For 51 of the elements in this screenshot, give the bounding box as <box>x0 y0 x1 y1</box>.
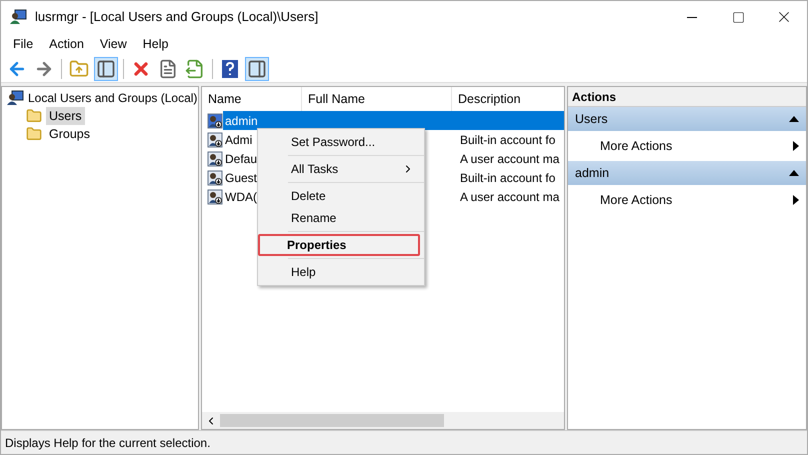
horizontal-scrollbar[interactable] <box>202 412 564 429</box>
user-icon <box>207 112 223 128</box>
folder-up-icon <box>69 58 89 78</box>
user-icon <box>207 150 223 166</box>
folder-icon <box>26 108 42 124</box>
table-row[interactable]: admin <box>223 111 564 130</box>
menu-item[interactable]: Help <box>134 33 176 55</box>
menu-item[interactable]: Rename <box>258 207 424 229</box>
table-cell-text: Defau <box>224 150 258 168</box>
computer-icon <box>6 90 24 106</box>
menu-item[interactable]: View <box>92 33 135 55</box>
menu-item[interactable]: Set Password... <box>258 131 424 153</box>
panel-icon <box>247 58 267 78</box>
export-icon <box>185 58 205 78</box>
user-icon <box>207 170 223 186</box>
menu-item[interactable]: Help <box>258 261 424 283</box>
table-cell-text: Built-in account fo <box>460 170 556 186</box>
maximize-icon <box>732 10 744 24</box>
table-cell-text: A user account ma <box>460 150 560 168</box>
menu-item[interactable]: Action <box>41 33 92 55</box>
actions-section-header[interactable]: Users <box>568 107 806 131</box>
actions-header: Actions <box>568 87 806 107</box>
status-bar: Displays Help for the current selection. <box>1 430 807 454</box>
table-cell-text: Guest <box>224 170 258 186</box>
collapse-triangle-icon <box>789 116 799 122</box>
collapse-triangle-icon <box>789 170 799 176</box>
app-icon <box>9 9 27 25</box>
menu-item[interactable]: Properties <box>258 234 420 256</box>
user-icon <box>207 132 223 148</box>
toolbar-button[interactable] <box>245 56 269 80</box>
minimize-icon <box>687 16 697 18</box>
column-header[interactable]: Description <box>452 87 564 111</box>
menu-item[interactable]: Delete <box>258 185 424 207</box>
tree-item[interactable]: Users <box>46 106 85 126</box>
help-icon <box>221 58 239 78</box>
folder-icon <box>26 126 42 142</box>
panel-icon <box>96 58 116 78</box>
toolbar-button[interactable] <box>94 56 118 80</box>
actions-section-header[interactable]: admin <box>568 161 806 185</box>
window-title: lusrmgr - [Local Users and Groups (Local)\Users] <box>35 8 318 26</box>
document-icon <box>158 58 178 78</box>
action-item[interactable]: More Actions <box>568 185 806 215</box>
table-cell-text: admin <box>224 112 258 130</box>
user-icon <box>207 188 223 204</box>
menu-item[interactable]: File <box>5 33 42 55</box>
menu-item[interactable]: All Tasks <box>258 158 424 180</box>
expand-triangle-icon <box>793 141 799 151</box>
tree-item[interactable]: Groups <box>46 124 93 144</box>
expand-triangle-icon <box>793 195 799 205</box>
tree-item[interactable]: Local Users and Groups (Local) <box>28 89 198 107</box>
action-item[interactable]: More Actions <box>568 131 806 161</box>
